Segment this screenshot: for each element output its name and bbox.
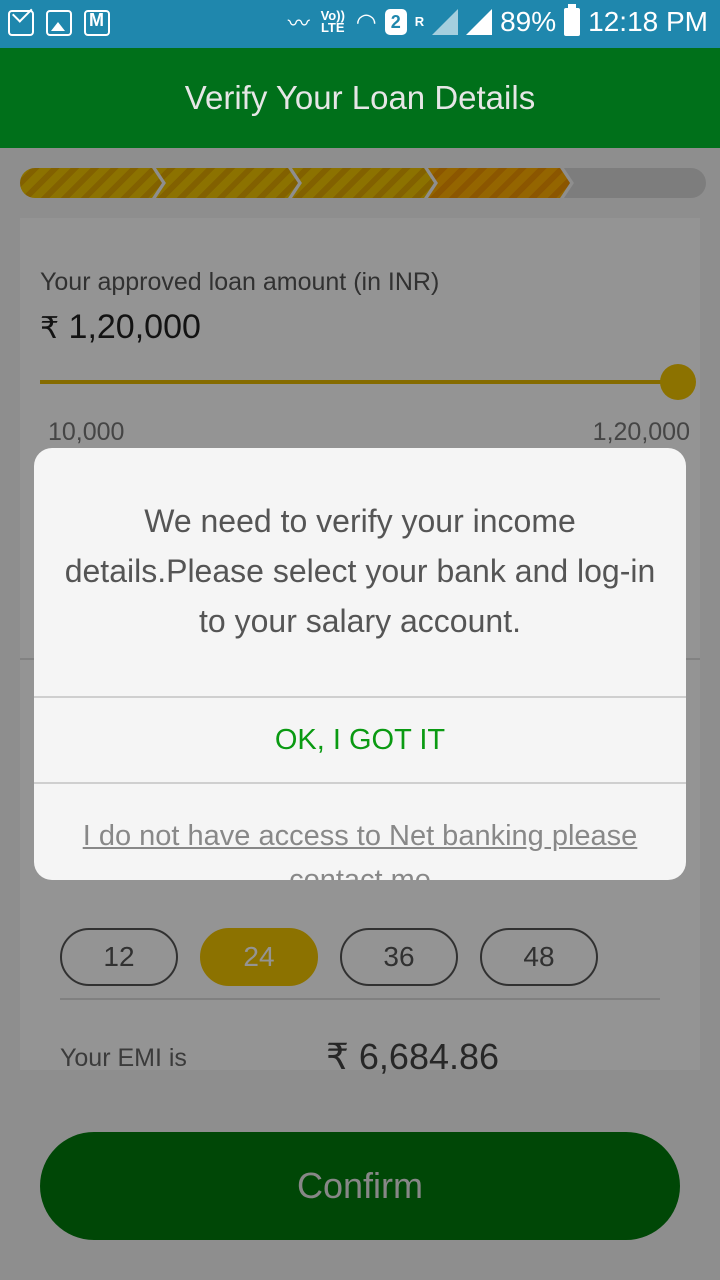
system-icons: 〰 Vo)) LTE ◠ 2 R 89% 12:18 PM (287, 4, 708, 38)
image-icon (46, 10, 72, 36)
roaming-signal-icon (432, 9, 459, 35)
volte-icon: Vo)) LTE (320, 8, 345, 35)
battery-icon (564, 4, 581, 36)
signal-icon (466, 9, 493, 35)
page-title: Verify Your Loan Details (184, 79, 536, 116)
ok-got-it-label: OK, I GOT IT (274, 723, 446, 756)
dialog-message: We need to verify your income details.Pl… (64, 503, 656, 639)
status-bar: 〰 Vo)) LTE ◠ 2 R 89% 12:18 PM (0, 0, 720, 48)
clock: 12:18 PM (588, 6, 708, 37)
ok-got-it-button[interactable]: OK, I GOT IT (34, 698, 686, 782)
sim-2-icon: 2 (384, 9, 407, 35)
app-header: Verify Your Loan Details (0, 48, 720, 148)
gmail-icon (84, 10, 110, 36)
roaming-label: R (414, 14, 425, 29)
notification-icons (8, 10, 110, 36)
wifi-icon: ◠ (355, 8, 377, 36)
battery-percent: 89% (500, 6, 557, 37)
vibrate-icon: 〰 (287, 11, 310, 36)
no-netbanking-link[interactable]: I do not have access to Net banking plea… (52, 814, 668, 880)
dialog-divider-bottom (34, 782, 686, 784)
mail-icon (8, 10, 34, 36)
income-verification-dialog: We need to verify your income details.Pl… (34, 448, 686, 880)
